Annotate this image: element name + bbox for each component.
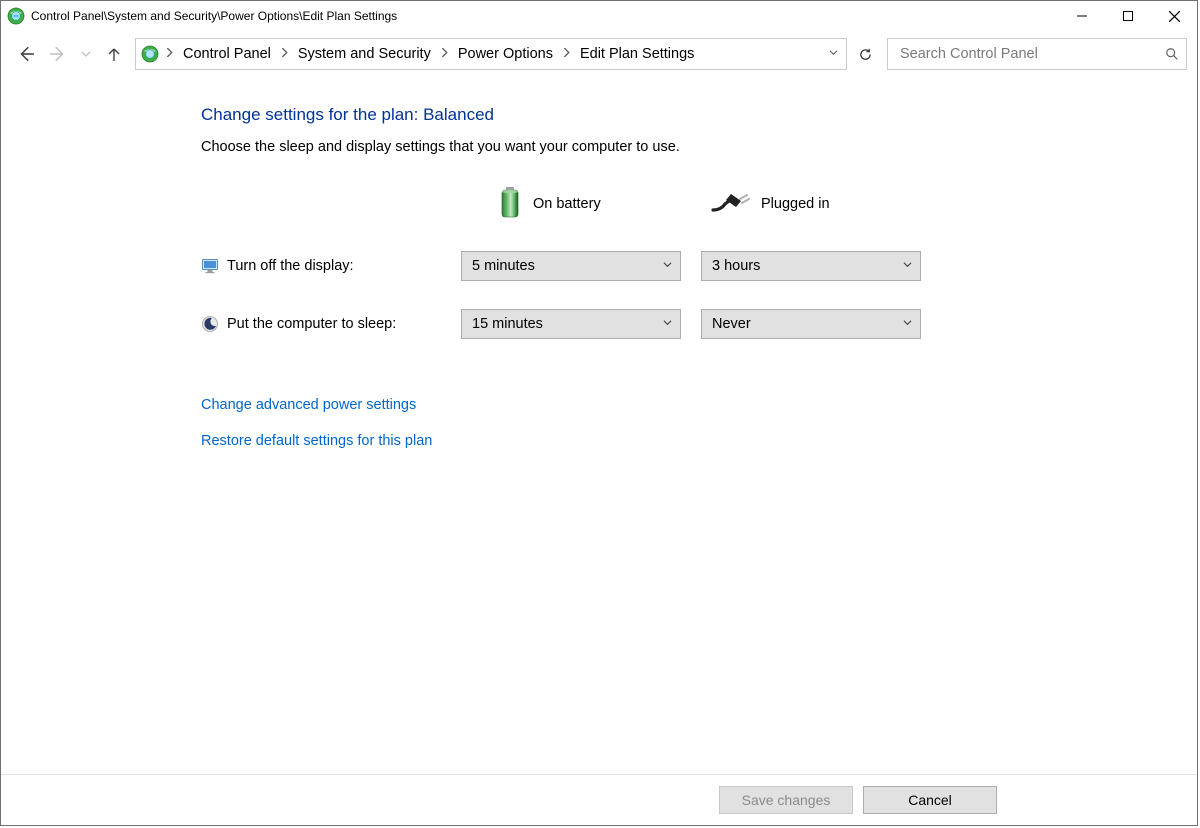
window-title: Control Panel\System and Security\Power … <box>31 9 397 23</box>
chevron-down-icon <box>903 260 912 272</box>
button-label: Cancel <box>908 792 952 808</box>
minimize-button[interactable] <box>1059 1 1105 31</box>
recent-locations-button[interactable] <box>79 43 93 65</box>
back-button[interactable] <box>15 43 37 65</box>
combo-value: 3 hours <box>712 258 760 274</box>
links-section: Change advanced power settings Restore d… <box>201 397 1197 449</box>
chevron-down-icon <box>663 260 672 272</box>
combo-value: 15 minutes <box>472 316 543 332</box>
chevron-right-icon[interactable] <box>561 48 572 60</box>
search-input[interactable] <box>898 45 1164 63</box>
control-panel-icon <box>7 7 25 25</box>
row-label-display: Turn off the display: <box>227 258 354 274</box>
chevron-right-icon[interactable] <box>279 48 290 60</box>
window: Control Panel\System and Security\Power … <box>0 0 1198 826</box>
toolbar: Control Panel System and Security Power … <box>1 31 1197 77</box>
title-bar: Control Panel\System and Security\Power … <box>1 1 1197 31</box>
page-heading: Change settings for the plan: Balanced <box>201 105 1197 125</box>
chevron-down-icon <box>903 318 912 330</box>
up-button[interactable] <box>103 43 125 65</box>
combo-value: 5 minutes <box>472 258 535 274</box>
moon-icon <box>201 315 219 333</box>
combo-value: Never <box>712 316 751 332</box>
search-icon[interactable] <box>1164 46 1180 62</box>
refresh-button[interactable] <box>853 42 877 66</box>
column-label-plugged: Plugged in <box>761 196 830 212</box>
row-put-computer-to-sleep: Put the computer to sleep: <box>201 315 451 333</box>
breadcrumb-system-and-security[interactable]: System and Security <box>294 44 435 64</box>
window-controls <box>1059 1 1197 31</box>
breadcrumb-control-panel[interactable]: Control Panel <box>179 44 275 64</box>
link-restore-default-settings[interactable]: Restore default settings for this plan <box>201 433 432 449</box>
row-turn-off-display: Turn off the display: <box>201 257 451 275</box>
chevron-right-icon[interactable] <box>439 48 450 60</box>
column-label-battery: On battery <box>533 196 601 212</box>
battery-icon <box>497 185 523 223</box>
chevron-down-icon <box>663 318 672 330</box>
button-label: Save changes <box>742 792 831 808</box>
close-button[interactable] <box>1151 1 1197 31</box>
combo-sleep-battery[interactable]: 15 minutes <box>461 309 681 339</box>
save-changes-button[interactable]: Save changes <box>719 786 853 814</box>
column-header-on-battery: On battery <box>461 185 691 223</box>
search-box[interactable] <box>887 38 1187 70</box>
breadcrumb-edit-plan-settings[interactable]: Edit Plan Settings <box>576 44 698 64</box>
footer: Save changes Cancel <box>1 774 1197 825</box>
breadcrumb-power-options[interactable]: Power Options <box>454 44 557 64</box>
plug-icon <box>711 192 751 216</box>
address-bar-icon <box>140 44 160 64</box>
combo-display-plugged[interactable]: 3 hours <box>701 251 921 281</box>
forward-button[interactable] <box>47 43 69 65</box>
settings-grid: On battery Plugged in <box>201 185 1197 339</box>
chevron-right-icon[interactable] <box>164 48 175 60</box>
address-dropdown-icon[interactable] <box>825 48 842 60</box>
link-change-advanced-power-settings[interactable]: Change advanced power settings <box>201 397 416 413</box>
combo-sleep-plugged[interactable]: Never <box>701 309 921 339</box>
maximize-button[interactable] <box>1105 1 1151 31</box>
address-bar[interactable]: Control Panel System and Security Power … <box>135 38 847 70</box>
combo-display-battery[interactable]: 5 minutes <box>461 251 681 281</box>
column-header-plugged-in: Plugged in <box>701 192 931 216</box>
content-area: Change settings for the plan: Balanced C… <box>1 77 1197 825</box>
monitor-icon <box>201 257 219 275</box>
page-subtitle: Choose the sleep and display settings th… <box>201 139 1197 155</box>
cancel-button[interactable]: Cancel <box>863 786 997 814</box>
row-label-sleep: Put the computer to sleep: <box>227 316 396 332</box>
